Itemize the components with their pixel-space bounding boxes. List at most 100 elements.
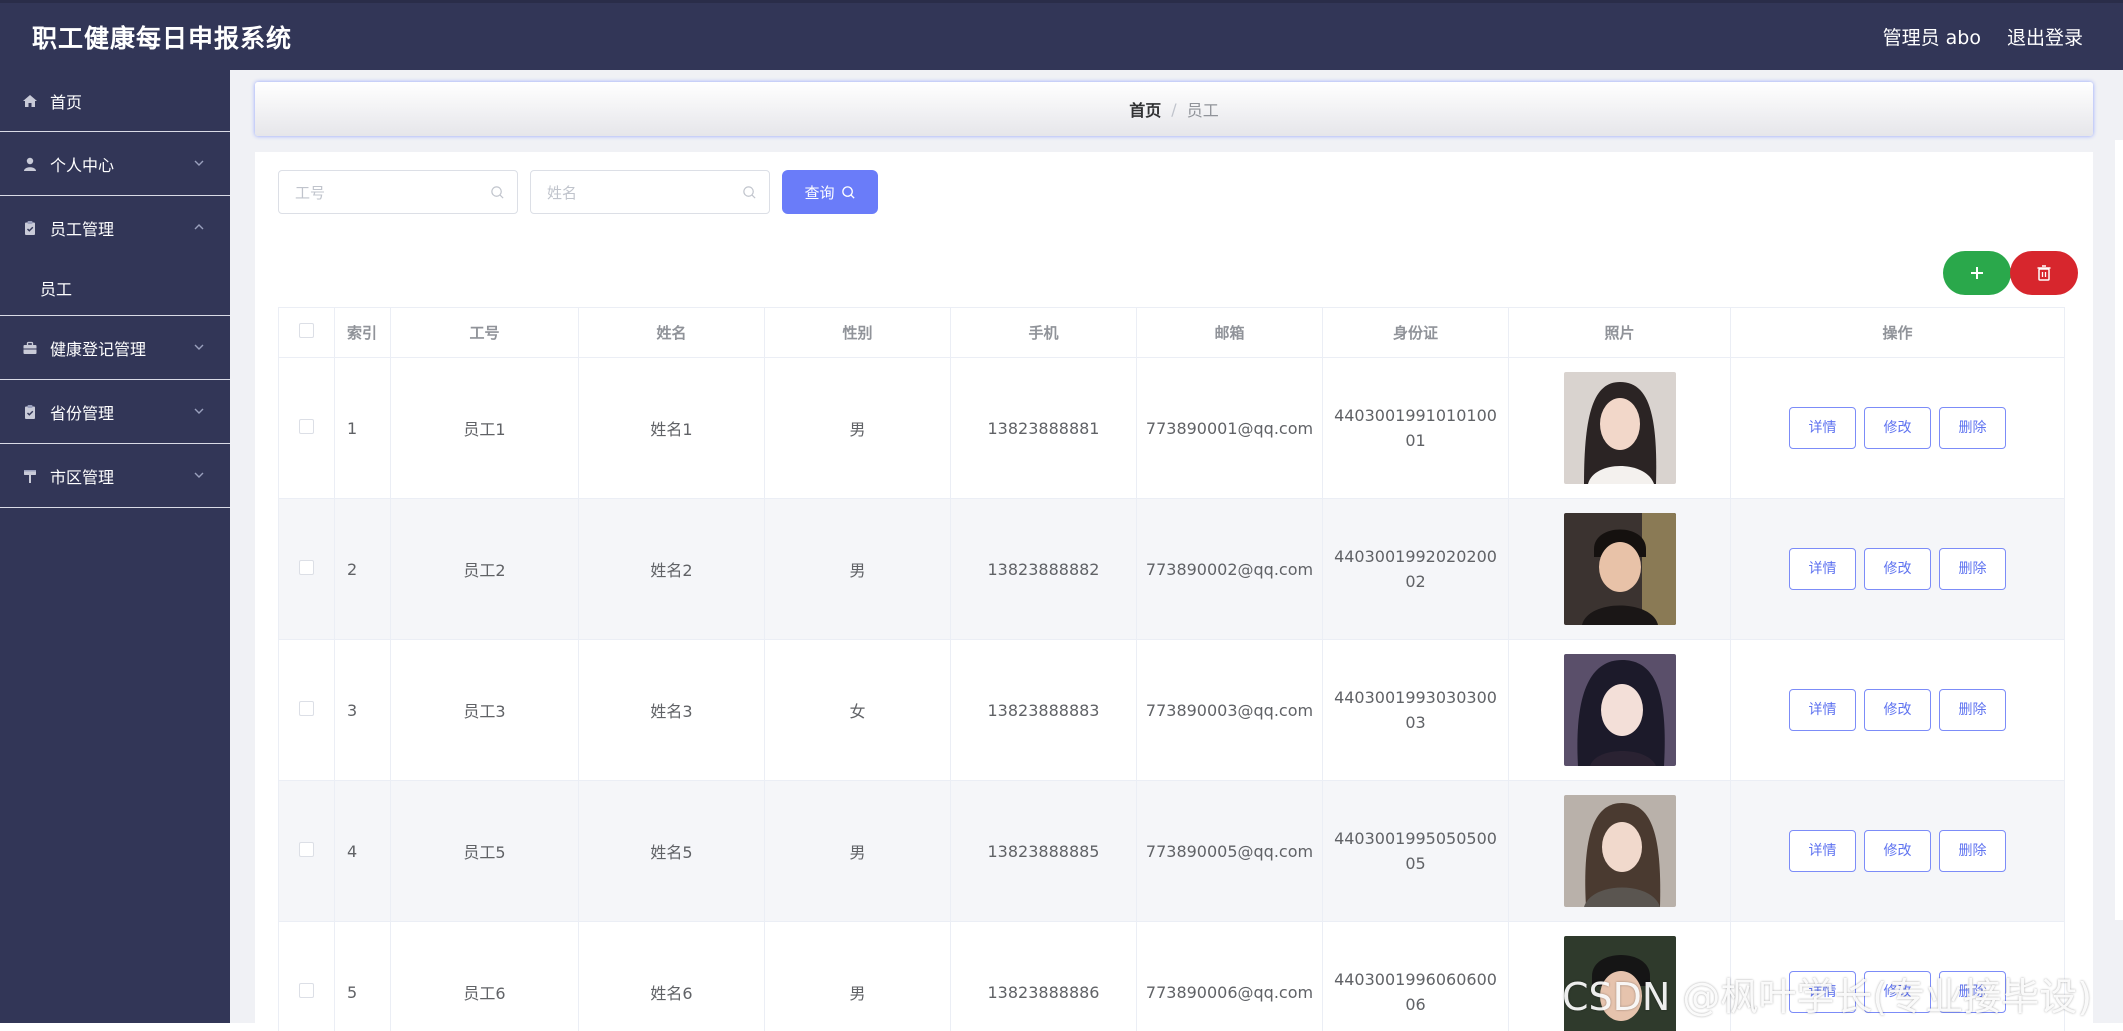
- breadcrumb-current: 员工: [1186, 101, 1219, 120]
- sidebar-subitem-employee[interactable]: 员工: [0, 260, 230, 316]
- employee-photo: [1563, 372, 1676, 484]
- edit-button[interactable]: 修改: [1864, 407, 1931, 449]
- sidebar-item-label: 健康登记管理: [50, 339, 147, 359]
- delete-button[interactable]: 删除: [1939, 830, 2006, 872]
- id-card-cell: 440300199303030003: [1322, 639, 1509, 781]
- gender-cell: 男: [764, 780, 951, 922]
- logout-link[interactable]: 退出登录: [2007, 23, 2083, 50]
- top-bar: 职工健康每日申报系统 管理员 abo 退出登录: [0, 0, 2123, 70]
- clipboard-icon: [22, 220, 38, 236]
- name-cell: 姓名2: [578, 498, 765, 640]
- table-row: 1 员工1 姓名1 男 13823888881 773890001@qq.com…: [278, 357, 2065, 499]
- index-cell: 5: [334, 921, 391, 1031]
- photo-cell: [1508, 357, 1731, 499]
- sidebar-item-home[interactable]: 首页: [0, 70, 230, 132]
- employee-photo: [1563, 795, 1676, 907]
- phone-cell: 13823888881: [950, 357, 1137, 499]
- sidebar-item-label: 省份管理: [50, 403, 115, 423]
- breadcrumb-home[interactable]: 首页: [1129, 97, 1161, 121]
- edit-button[interactable]: 修改: [1864, 689, 1931, 731]
- name-placeholder: 姓名: [547, 183, 578, 202]
- table-row: 4 员工5 姓名5 男 13823888885 773890005@qq.com…: [278, 780, 2065, 922]
- sidebar-subitem-label: 员工: [40, 279, 73, 299]
- name-search-input[interactable]: 姓名: [530, 170, 770, 214]
- name-cell: 姓名6: [578, 921, 765, 1031]
- current-user-label[interactable]: 管理员 abo: [1883, 23, 1981, 50]
- sidebar-item-personal-center[interactable]: 个人中心: [0, 132, 230, 196]
- table-header-row: 索引 工号 姓名 性别 手机 邮箱 身份证 照片 操作: [278, 307, 2065, 358]
- sidebar: 首页 个人中心 员工管理 员工 健康登记管理 省份管理 市区管理: [0, 70, 230, 1023]
- employee-id-cell: 员工3: [390, 639, 579, 781]
- detail-button[interactable]: 详情: [1789, 548, 1856, 590]
- email-cell: 773890001@qq.com: [1136, 357, 1323, 499]
- employee-table: 索引 工号 姓名 性别 手机 邮箱 身份证 照片 操作 1 员工1 姓名1 男 …: [278, 307, 2065, 1031]
- sidebar-item-province-management[interactable]: 省份管理: [0, 380, 230, 444]
- column-header: 邮箱: [1136, 307, 1323, 358]
- app-frame: 职工健康每日申报系统 管理员 abo 退出登录 首页 个人中心 员工管理 员工 …: [0, 0, 2123, 1031]
- edit-button[interactable]: 修改: [1864, 830, 1931, 872]
- sidebar-item-label: 个人中心: [50, 155, 115, 175]
- gender-cell: 男: [764, 921, 951, 1031]
- sidebar-item-city-management[interactable]: 市区管理: [0, 444, 230, 508]
- app-title: 职工健康每日申报系统: [32, 23, 293, 53]
- employee-photo: [1563, 654, 1676, 766]
- column-header: 身份证: [1322, 307, 1509, 358]
- email-cell: 773890002@qq.com: [1136, 498, 1323, 640]
- chevron-down-icon: [194, 408, 204, 414]
- trash-icon: [2037, 265, 2051, 281]
- index-cell: 2: [334, 498, 391, 640]
- row-checkbox[interactable]: [299, 982, 314, 998]
- add-button[interactable]: [1943, 251, 2011, 295]
- row-checkbox[interactable]: [299, 841, 314, 857]
- row-checkbox-cell: [278, 921, 335, 1031]
- row-checkbox-cell: [278, 639, 335, 781]
- content-panel: 工号 姓名 查询 索引 工号 姓名 性别 手机 邮箱 身份证 照片 操作 1 员…: [255, 152, 2093, 1031]
- clipboard-icon: [22, 404, 38, 420]
- row-checkbox[interactable]: [299, 700, 314, 716]
- detail-button[interactable]: 详情: [1789, 407, 1856, 449]
- detail-button[interactable]: 详情: [1789, 830, 1856, 872]
- id-card-cell: 440300199101010001: [1322, 357, 1509, 499]
- main-area: 首页 / 员工 工号 姓名 查询 索引 工号 姓名 性别 手机 邮箱 身份证 照…: [230, 70, 2123, 1031]
- phone-cell: 13823888885: [950, 780, 1137, 922]
- id-card-cell: 440300199505050005: [1322, 780, 1509, 922]
- employee-id-cell: 员工5: [390, 780, 579, 922]
- index-cell: 3: [334, 639, 391, 781]
- sidebar-item-health-registration[interactable]: 健康登记管理: [0, 316, 230, 380]
- phone-cell: 13823888886: [950, 921, 1137, 1031]
- watermark-text: CSDN @枫叶学长(专业接毕设): [1562, 975, 2093, 1019]
- home-icon: [22, 93, 38, 109]
- employee-id-search-input[interactable]: 工号: [278, 170, 518, 214]
- delete-button[interactable]: 删除: [1939, 407, 2006, 449]
- breadcrumb: 首页 / 员工: [255, 82, 2093, 136]
- column-header: 姓名: [578, 307, 765, 358]
- column-header: 手机: [950, 307, 1137, 358]
- delete-button[interactable]: 删除: [1939, 689, 2006, 731]
- top-right-area: 管理员 abo 退出登录: [1857, 23, 2123, 50]
- gender-cell: 女: [764, 639, 951, 781]
- query-button[interactable]: 查询: [782, 170, 878, 214]
- vertical-scrollbar[interactable]: [2115, 140, 2123, 920]
- actions-cell: 详情 修改 删除: [1730, 357, 2065, 499]
- delete-button[interactable]: 删除: [1939, 548, 2006, 590]
- row-checkbox[interactable]: [299, 559, 314, 575]
- row-checkbox-cell: [278, 780, 335, 922]
- index-cell: 4: [334, 780, 391, 922]
- select-all-checkbox[interactable]: [299, 323, 314, 338]
- actions-cell: 详情 修改 删除: [1730, 639, 2065, 781]
- row-checkbox[interactable]: [299, 418, 314, 434]
- column-header: 操作: [1730, 307, 2065, 358]
- breadcrumb-separator: /: [1171, 99, 1177, 119]
- photo-cell: [1508, 498, 1731, 640]
- batch-delete-button[interactable]: [2010, 251, 2078, 295]
- edit-button[interactable]: 修改: [1864, 548, 1931, 590]
- employee-id-cell: 员工6: [390, 921, 579, 1031]
- column-header: 索引: [334, 307, 391, 358]
- row-checkbox-cell: [278, 498, 335, 640]
- sidebar-item-employee-management[interactable]: 员工管理: [0, 196, 230, 260]
- detail-button[interactable]: 详情: [1789, 689, 1856, 731]
- actions-cell: 详情 修改 删除: [1730, 780, 2065, 922]
- chevron-down-icon: [194, 472, 204, 478]
- select-all-checkbox-cell: [278, 307, 335, 358]
- email-cell: 773890005@qq.com: [1136, 780, 1323, 922]
